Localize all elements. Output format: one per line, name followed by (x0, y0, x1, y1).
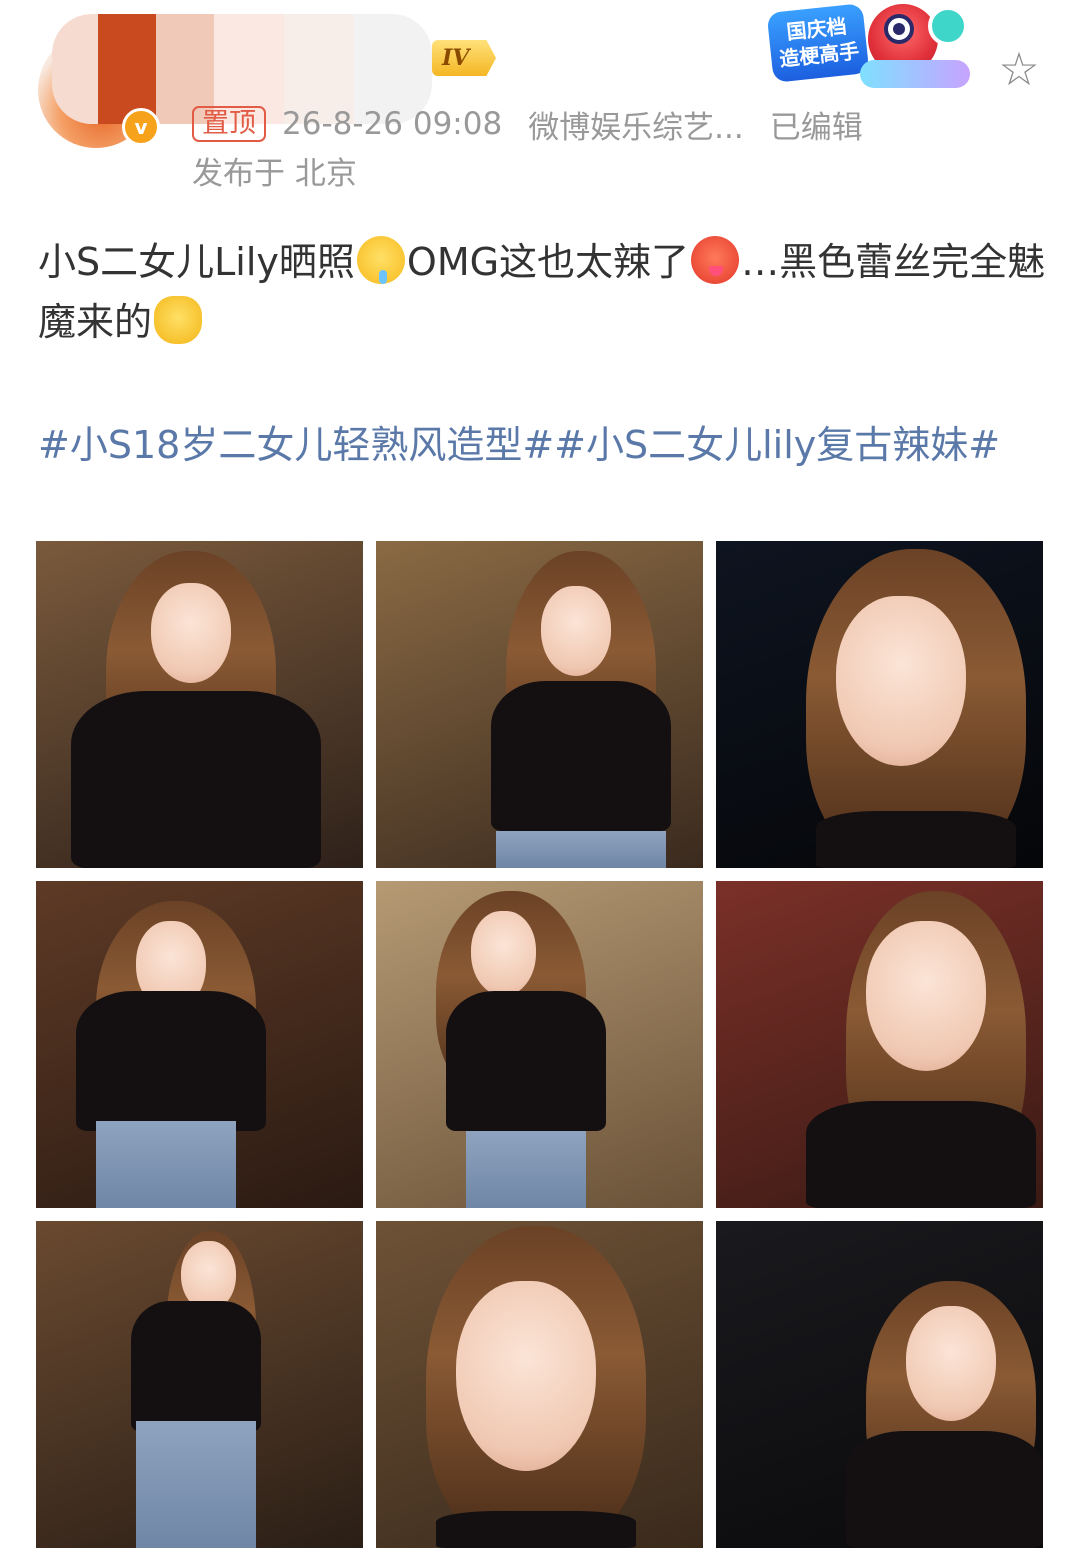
photo-thumbnail-7[interactable] (36, 1221, 363, 1548)
drooling-face-emoji-icon (356, 236, 405, 284)
post-source[interactable]: 微博娱乐综艺... (528, 102, 744, 147)
photo-thumbnail-5[interactable] (376, 881, 703, 1208)
mascot-pupil-icon (893, 23, 905, 35)
hot-face-emoji-icon (691, 236, 740, 284)
post-text-part1: 小S二女儿Lily晒照 (38, 240, 355, 284)
photo-thumbnail-2[interactable] (376, 541, 703, 868)
photo-thumbnail-1[interactable] (36, 541, 363, 868)
photo-thumbnail-6[interactable] (716, 881, 1043, 1208)
photo-thumbnail-3[interactable] (716, 541, 1043, 868)
post-text-part2: OMG这也太辣了 (406, 240, 690, 284)
post-meta-row: 置顶 26-8-26 09:08 微博娱乐综艺... 已编辑 (192, 102, 863, 146)
favorite-star-icon[interactable]: ☆ (994, 44, 1044, 94)
palms-up-emoji-icon (154, 296, 203, 344)
post-header: v IV 国庆档 造梗高手 ☆ 置顶 26-8-26 09:08 微博娱乐综艺.… (0, 0, 1080, 200)
edited-label[interactable]: 已编辑 (770, 102, 863, 147)
event-badge[interactable]: 国庆档 造梗高手 (760, 0, 970, 92)
pinned-badge: 置顶 (192, 106, 266, 142)
post-body-text: 小S二女儿Lily晒照 OMG这也太辣了 …黑色蕾丝完全魅魔来的 (38, 232, 1048, 352)
verified-badge-icon: v (122, 108, 160, 146)
post-location: 发布于 北京 (192, 156, 357, 192)
photo-grid (36, 541, 1044, 1549)
photo-thumbnail-8[interactable] (376, 1221, 703, 1548)
post-timestamp: 26-8-26 09:08 (282, 106, 503, 142)
film-reel-icon (928, 6, 968, 46)
wave-graphic (860, 60, 970, 88)
post-hashtags[interactable]: #小S18岁二女儿轻熟风造型##小S二女儿lily复古辣妹# (38, 415, 1048, 475)
photo-thumbnail-9[interactable] (716, 1221, 1043, 1548)
user-level-badge[interactable]: IV (432, 40, 496, 76)
event-badge-label: 国庆档 造梗高手 (766, 3, 870, 83)
photo-thumbnail-4[interactable] (36, 881, 363, 1208)
